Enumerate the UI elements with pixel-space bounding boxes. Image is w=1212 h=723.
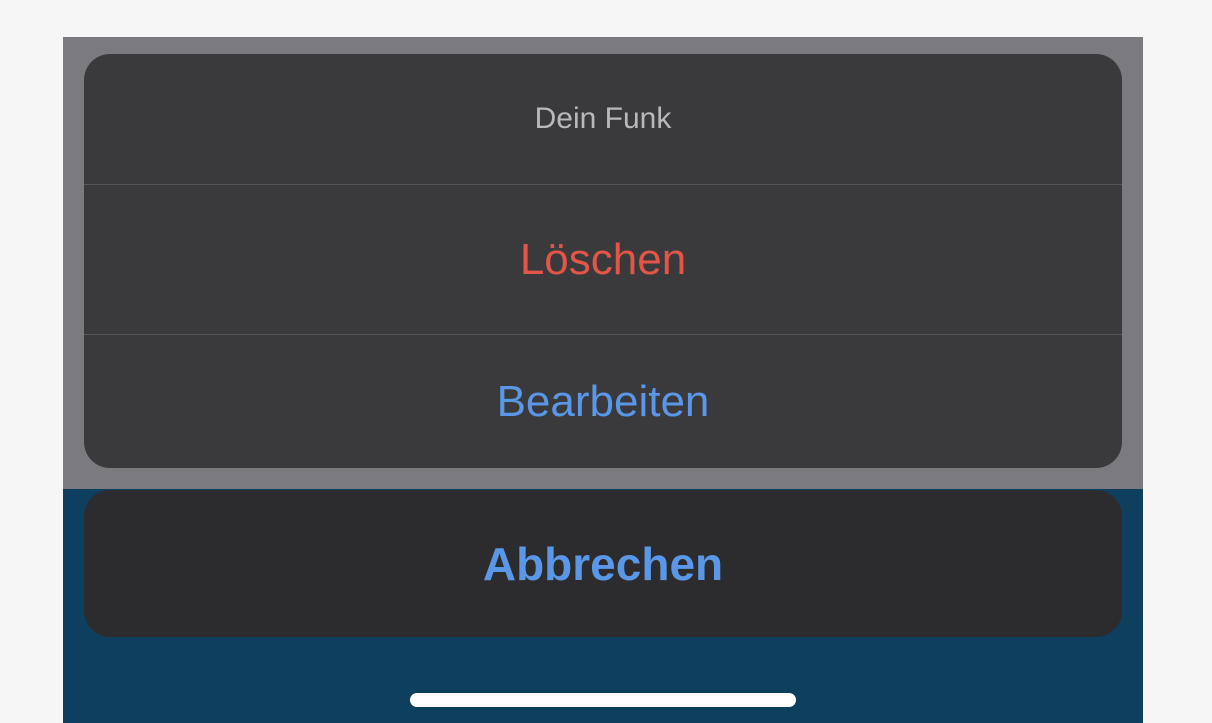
page: Dein Funk Löschen Bearbeiten Abbrechen <box>0 0 1212 723</box>
edit-button[interactable]: Bearbeiten <box>84 335 1122 468</box>
action-sheet: Dein Funk Löschen Bearbeiten <box>84 54 1122 468</box>
delete-button[interactable]: Löschen <box>84 185 1122 335</box>
home-indicator[interactable] <box>410 693 796 707</box>
action-sheet-title: Dein Funk <box>84 54 1122 185</box>
phone-screen: Dein Funk Löschen Bearbeiten Abbrechen <box>63 37 1143 723</box>
cancel-button[interactable]: Abbrechen <box>84 490 1122 637</box>
